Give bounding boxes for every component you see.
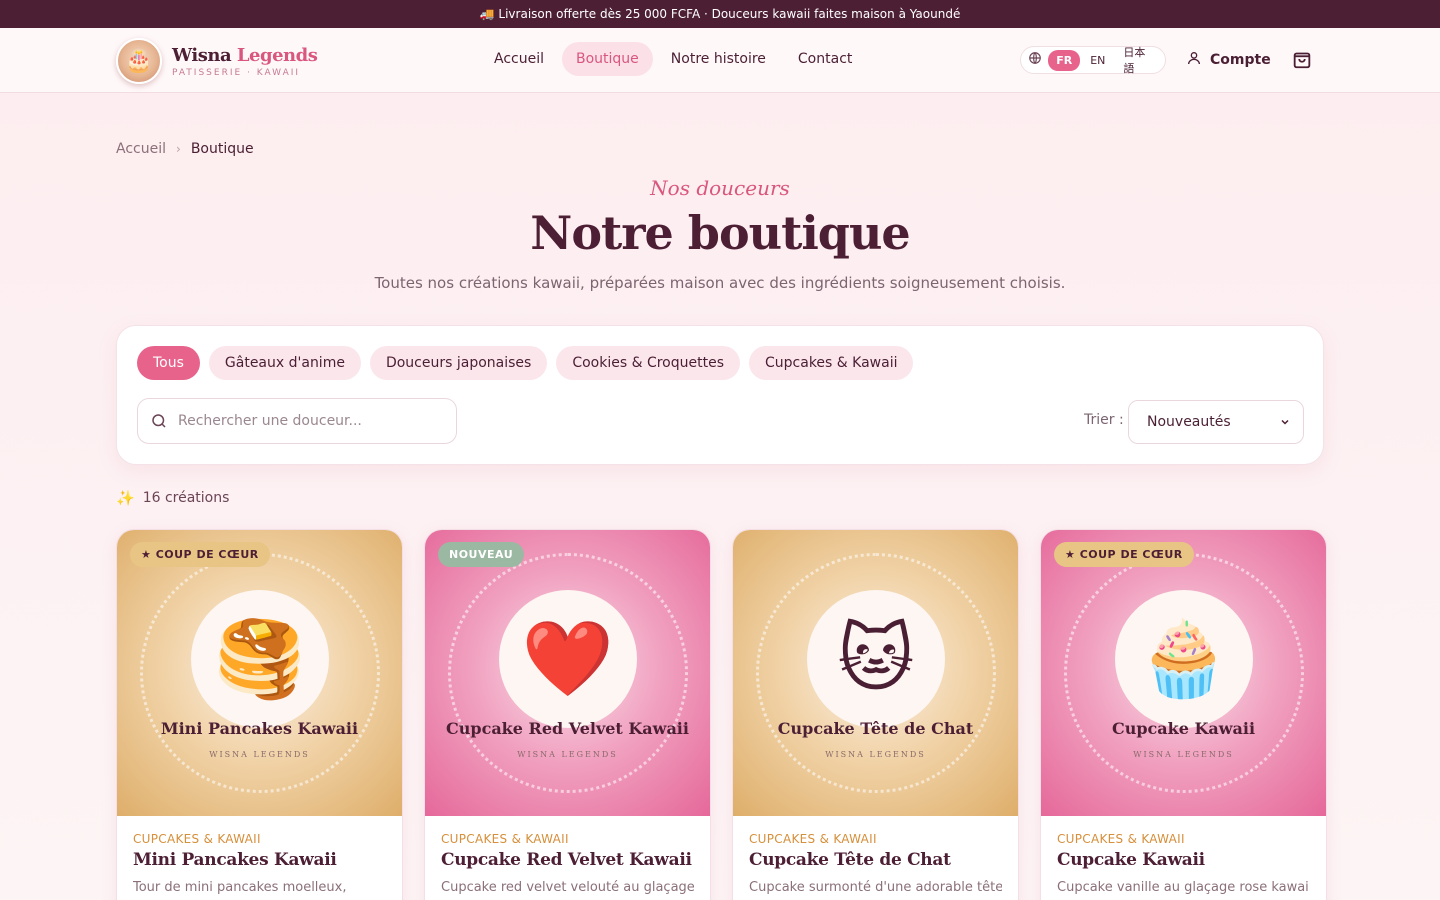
brand-logo[interactable]: 🎂 Wisna Legends PATISSERIE · KAWAII <box>116 38 318 84</box>
sort-select[interactable]: Nouveautés <box>1128 400 1304 444</box>
cat-face-icon: 🐱 <box>807 590 945 728</box>
product-image: ★ COUP DE CŒUR 🧁 Cupcake Kawaii WISNA LE… <box>1041 530 1326 816</box>
sort-label: Trier : <box>1084 412 1124 428</box>
account-label: Compte <box>1210 52 1271 68</box>
filter-chip-douceurs-japonaises[interactable]: Douceurs japonaises <box>369 346 548 380</box>
chevron-right-icon: › <box>176 142 181 156</box>
announcement-text: 🚚 Livraison offerte dès 25 000 FCFA · Do… <box>479 7 961 21</box>
product-image: ★ COUP DE CŒUR 🥞 Mini Pancakes Kawaii WI… <box>117 530 402 816</box>
main-nav: Accueil Boutique Notre histoire Contact <box>480 42 866 76</box>
hero-eyebrow: Nos douceurs <box>650 176 790 200</box>
new-badge: NOUVEAU <box>438 542 525 567</box>
product-category: CUPCAKES & KAWAII <box>749 832 877 846</box>
product-title[interactable]: Cupcake Red Velvet Kawaii <box>441 850 694 870</box>
image-brand: WISNA LEGENDS <box>209 750 310 759</box>
pancakes-icon: 🥞 <box>191 590 329 728</box>
account-button[interactable]: Compte <box>1186 50 1271 70</box>
filter-chip-tous[interactable]: Tous <box>137 346 200 380</box>
result-count: ✨ 16 créations <box>116 489 229 507</box>
image-brand: WISNA LEGENDS <box>1133 750 1234 759</box>
hero: Nos douceurs Notre boutique Toutes nos c… <box>0 176 1440 292</box>
cupcake-icon: 🧁 <box>1115 590 1253 728</box>
brand-name: Wisna Legends <box>172 44 318 66</box>
brand-tagline: PATISSERIE · KAWAII <box>172 67 301 78</box>
product-grid: ★ COUP DE CŒUR 🥞 Mini Pancakes Kawaii WI… <box>116 529 1327 900</box>
cake-logo-icon: 🎂 <box>116 38 162 84</box>
product-description: Cupcake vanille au glaçage rose kawaii <box>1057 880 1310 895</box>
product-image: 🐱 Cupcake Tête de Chat WISNA LEGENDS <box>733 530 1018 816</box>
shopping-bag-icon[interactable] <box>1291 48 1313 70</box>
user-icon <box>1186 50 1202 70</box>
category-filters: Tous Gâteaux d'anime Douceurs japonaises… <box>137 346 914 380</box>
product-category: CUPCAKES & KAWAII <box>133 832 261 846</box>
search-box <box>137 398 457 444</box>
search-input[interactable] <box>178 413 438 429</box>
nav-contact[interactable]: Contact <box>784 42 866 76</box>
sparkles-icon: ✨ <box>116 489 135 507</box>
breadcrumb: Accueil › Boutique <box>116 141 254 157</box>
announcement-bar: 🚚 Livraison offerte dès 25 000 FCFA · Do… <box>0 0 1440 28</box>
image-brand: WISNA LEGENDS <box>517 750 618 759</box>
page-title: Notre boutique <box>530 206 910 260</box>
favorite-badge: ★ COUP DE CŒUR <box>1054 542 1194 567</box>
product-title[interactable]: Cupcake Kawaii <box>1057 850 1310 870</box>
product-category: CUPCAKES & KAWAII <box>441 832 569 846</box>
hero-subtitle: Toutes nos créations kawaii, préparées m… <box>374 274 1066 292</box>
language-switcher: FR EN 日本語 <box>1020 46 1166 75</box>
product-category: CUPCAKES & KAWAII <box>1057 832 1185 846</box>
product-description: Tour de mini pancakes moelleux, <box>133 880 347 895</box>
filter-panel: Tous Gâteaux d'anime Douceurs japonaises… <box>116 325 1324 465</box>
product-card[interactable]: 🐱 Cupcake Tête de Chat WISNA LEGENDS CUP… <box>732 529 1019 900</box>
nav-accueil[interactable]: Accueil <box>480 42 558 76</box>
breadcrumb-home-link[interactable]: Accueil <box>116 141 166 157</box>
nav-boutique[interactable]: Boutique <box>562 42 653 76</box>
filter-chip-cookies-croquettes[interactable]: Cookies & Croquettes <box>556 346 741 380</box>
lang-ja-button[interactable]: 日本語 <box>1115 40 1162 80</box>
product-card[interactable]: ★ COUP DE CŒUR 🧁 Cupcake Kawaii WISNA LE… <box>1040 529 1327 900</box>
product-card[interactable]: NOUVEAU ❤️ Cupcake Red Velvet Kawaii WIS… <box>424 529 711 900</box>
product-title[interactable]: Cupcake Tête de Chat <box>749 850 1002 870</box>
image-brand: WISNA LEGENDS <box>825 750 926 759</box>
filter-chip-cupcakes-kawaii[interactable]: Cupcakes & Kawaii <box>749 346 914 380</box>
product-card[interactable]: ★ COUP DE CŒUR 🥞 Mini Pancakes Kawaii WI… <box>116 529 403 900</box>
filter-chip-gateaux-anime[interactable]: Gâteaux d'anime <box>208 346 361 380</box>
search-icon <box>152 414 166 428</box>
chevron-down-icon <box>1281 419 1289 425</box>
image-title: Cupcake Red Velvet Kawaii <box>446 719 689 738</box>
product-image: NOUVEAU ❤️ Cupcake Red Velvet Kawaii WIS… <box>425 530 710 816</box>
image-title: Cupcake Tête de Chat <box>777 719 974 738</box>
product-description: Cupcake surmonté d'une adorable tête <box>749 880 1002 895</box>
result-count-text: 16 créations <box>142 490 230 506</box>
sort-value: Nouveautés <box>1147 414 1231 430</box>
image-title: Cupcake Kawaii <box>1111 719 1256 738</box>
favorite-badge: ★ COUP DE CŒUR <box>130 542 270 567</box>
heart-icon: ❤️ <box>499 590 637 728</box>
globe-icon <box>1024 51 1046 69</box>
site-header: 🎂 Wisna Legends PATISSERIE · KAWAII Accu… <box>0 28 1440 93</box>
lang-fr-button[interactable]: FR <box>1048 49 1081 71</box>
image-title: Mini Pancakes Kawaii <box>160 719 359 738</box>
breadcrumb-current: Boutique <box>190 141 254 157</box>
nav-notre-histoire[interactable]: Notre histoire <box>657 42 780 76</box>
product-title[interactable]: Mini Pancakes Kawaii <box>133 850 386 870</box>
lang-en-button[interactable]: EN <box>1082 50 1113 71</box>
product-description: Cupcake red velvet velouté au glaçage <box>441 880 694 895</box>
